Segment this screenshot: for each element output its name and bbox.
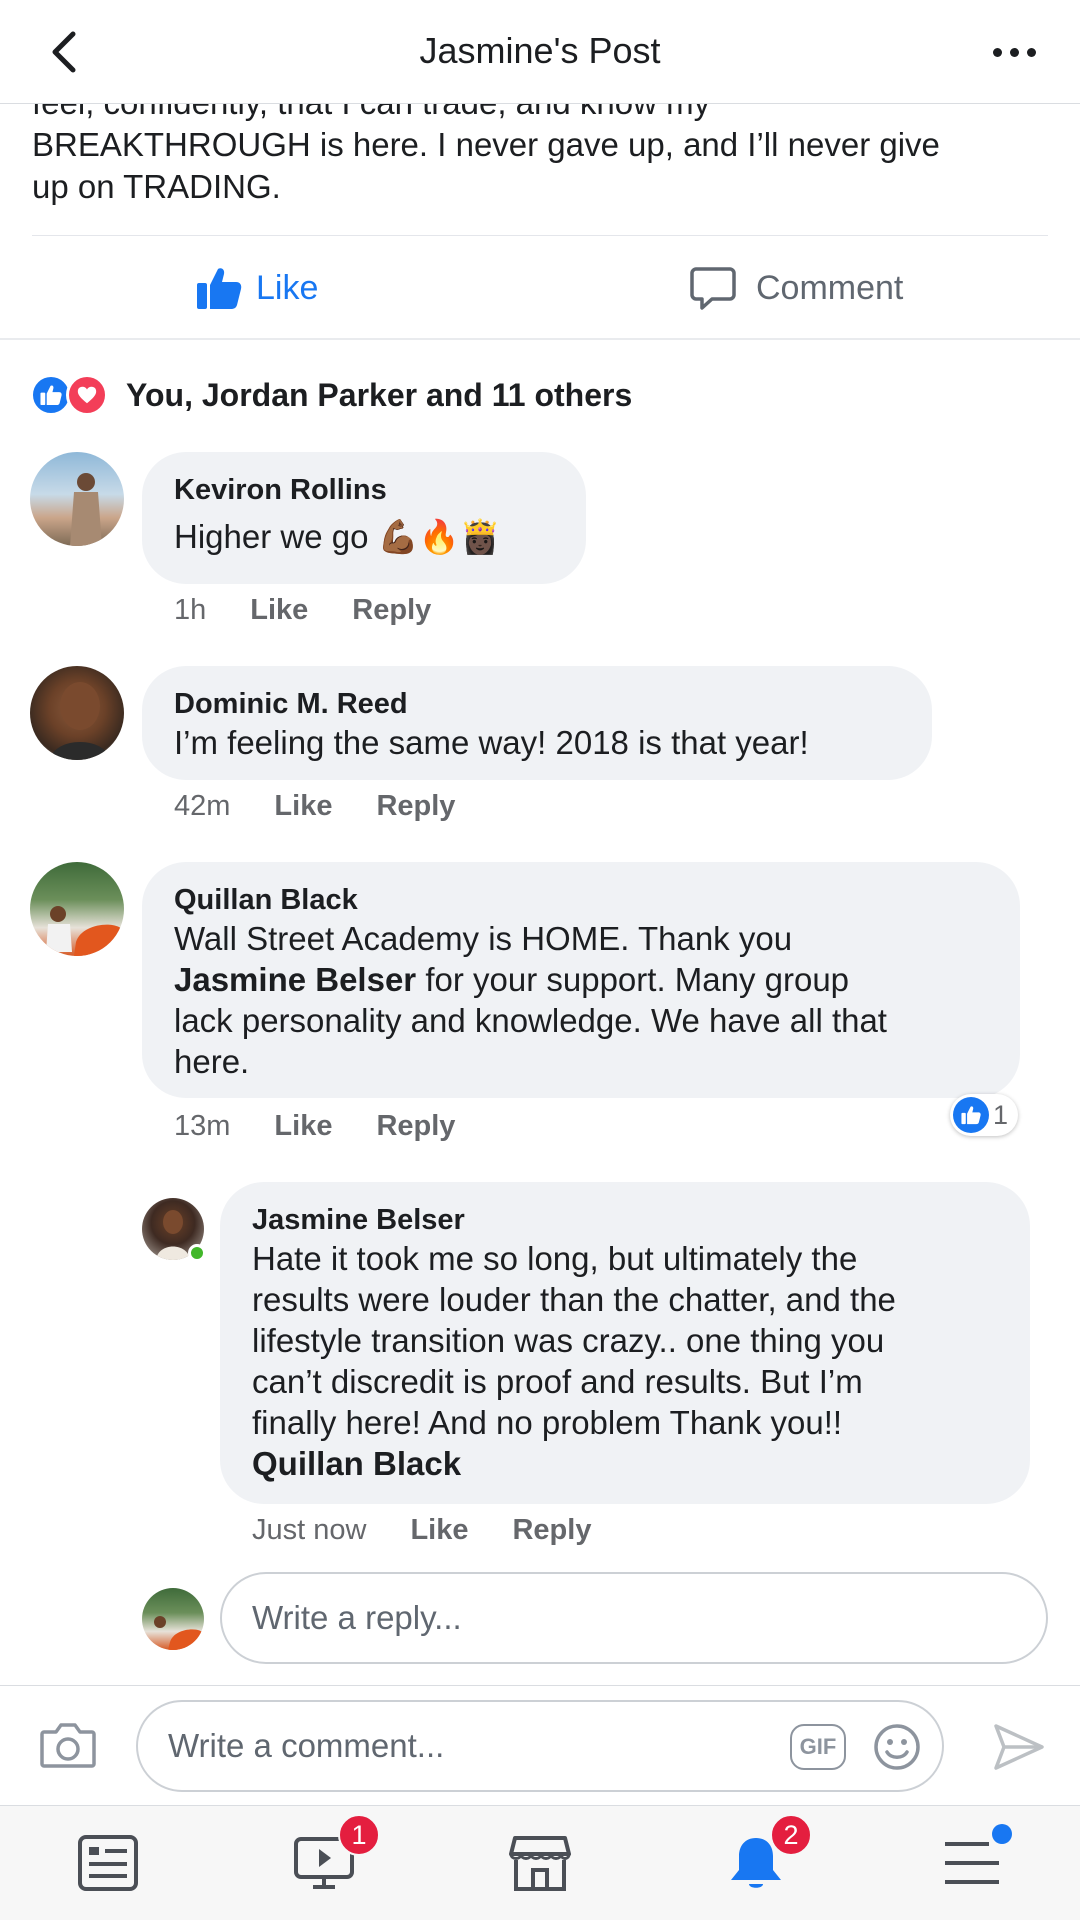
comment-label: Comment [756, 268, 904, 307]
camera-button[interactable] [40, 1720, 96, 1770]
reply-text-line: finally here! And no problem Thank you!! [252, 1404, 843, 1441]
like-label: Like [256, 268, 319, 307]
comment-reply-link[interactable]: Reply [352, 594, 431, 627]
tab-watch[interactable]: 1 [288, 1814, 380, 1896]
smiley-icon [874, 1724, 920, 1770]
comment-reply-link[interactable]: Reply [376, 790, 455, 823]
avatar[interactable] [30, 666, 124, 760]
menu-icon [945, 1842, 999, 1884]
watch-badge: 1 [338, 1814, 380, 1856]
thumbs-up-icon [953, 1097, 989, 1133]
comment-like-link[interactable]: Like [274, 1110, 332, 1143]
comment-like-count[interactable]: 1 [950, 1094, 1019, 1136]
gif-button[interactable]: GIF [790, 1724, 846, 1770]
comment-like-link[interactable]: Like [274, 790, 332, 823]
reply-author[interactable]: Jasmine Belser [252, 1202, 998, 1238]
comment-meta: 42m Like Reply [174, 790, 455, 823]
reply-bubble[interactable]: Jasmine Belser Hate it took me so long, … [220, 1182, 1030, 1504]
post-action-bar: Like Comment [0, 236, 1080, 340]
comment-text-line: here. [174, 1043, 250, 1080]
like-button[interactable]: Like [196, 260, 318, 316]
avatar[interactable] [30, 862, 124, 956]
reply-reply-link[interactable]: Reply [512, 1514, 591, 1547]
comment-text: Higher we go 💪🏾🔥👸🏿 [174, 518, 501, 555]
comment-input[interactable]: Write a comment... GIF [136, 1700, 944, 1792]
comment-button[interactable]: Comment [690, 260, 903, 316]
comment-author[interactable]: Keviron Rollins [174, 472, 554, 508]
comment-meta: 1h Like Reply [174, 594, 431, 627]
reactions-summary[interactable]: You, Jordan Parker and 11 others [30, 372, 632, 418]
comment-time: 42m [174, 790, 231, 822]
like-count-value: 1 [993, 1099, 1009, 1130]
comment-text-line: for your support. Many group [416, 961, 850, 998]
more-options-button[interactable] [984, 30, 1044, 74]
marketplace-icon [509, 1836, 571, 1891]
comment-bubble-icon [690, 267, 736, 310]
tab-notifications[interactable]: 2 [720, 1814, 812, 1896]
comment-bubble[interactable]: Quillan Black Wall Street Academy is HOM… [142, 862, 1020, 1098]
mention-link[interactable]: Jasmine Belser [174, 961, 416, 998]
page-title: Jasmine's Post [419, 30, 661, 71]
reply-placeholder: Write a reply... [252, 1599, 462, 1636]
comment-time: 1h [174, 594, 207, 626]
comment-text-line: lack personality and knowledge. We have … [174, 1002, 887, 1039]
comment-composer: Write a comment... GIF [0, 1685, 1080, 1805]
current-user-avatar [142, 1588, 204, 1650]
comment-text-line: Wall Street Academy is HOME. Thank you [174, 920, 793, 957]
comment-bubble[interactable]: Dominic M. Reed I’m feeling the same way… [142, 666, 932, 780]
online-status-icon [188, 1244, 206, 1262]
send-icon [994, 1724, 1044, 1770]
comment-author[interactable]: Dominic M. Reed [174, 686, 900, 722]
comment-bubble[interactable]: Keviron Rollins Higher we go 💪🏾🔥👸🏿 [142, 452, 586, 584]
news-feed-icon [78, 1835, 138, 1891]
reply-text-line: Hate it took me so long, but ultimately … [252, 1240, 858, 1277]
reply-time: Just now [252, 1514, 367, 1546]
emoji-button[interactable] [872, 1722, 922, 1772]
reply-input[interactable]: Write a reply... [220, 1572, 1048, 1664]
comment-reply-link[interactable]: Reply [376, 1110, 455, 1143]
comment-like-link[interactable]: Like [250, 594, 308, 627]
menu-indicator-dot [992, 1824, 1012, 1844]
send-button[interactable] [992, 1720, 1046, 1774]
reply-meta: Just now Like Reply [252, 1514, 591, 1547]
tab-news-feed[interactable] [72, 1830, 144, 1896]
comment-author[interactable]: Quillan Black [174, 882, 988, 918]
mention-link[interactable]: Quillan Black [252, 1445, 461, 1482]
avatar[interactable] [30, 452, 124, 546]
post-body: feel, confidently, that I can trade, and… [32, 104, 1052, 230]
post-cut-line: feel, confidently, that I can trade, and… [32, 104, 1052, 124]
post-line-2: up on TRADING. [32, 168, 281, 205]
comment-text: I’m feeling the same way! 2018 is that y… [174, 724, 809, 761]
tab-menu[interactable] [936, 1824, 1012, 1896]
love-reaction-icon [66, 374, 108, 416]
top-bar: Jasmine's Post [0, 0, 1080, 104]
tab-marketplace[interactable] [504, 1830, 576, 1896]
reply-text-line: results were louder than the chatter, an… [252, 1281, 896, 1318]
reply-text-line: lifestyle transition was crazy.. one thi… [252, 1322, 885, 1359]
reactions-text: You, Jordan Parker and 11 others [126, 376, 633, 413]
notifications-badge: 2 [770, 1814, 812, 1856]
thumbs-up-icon [197, 268, 242, 309]
comment-time: 13m [174, 1110, 231, 1142]
comment-meta: 13m Like Reply [174, 1110, 455, 1143]
reply-like-link[interactable]: Like [410, 1514, 468, 1547]
bottom-tab-bar: 1 2 [0, 1805, 1080, 1920]
post-line-1: BREAKTHROUGH is here. I never gave up, a… [32, 126, 940, 163]
more-dots-icon [992, 47, 1002, 57]
comment-placeholder: Write a comment... [168, 1727, 445, 1764]
camera-icon [40, 1723, 96, 1768]
reply-text-line: can’t discredit is proof and results. Bu… [252, 1363, 863, 1400]
